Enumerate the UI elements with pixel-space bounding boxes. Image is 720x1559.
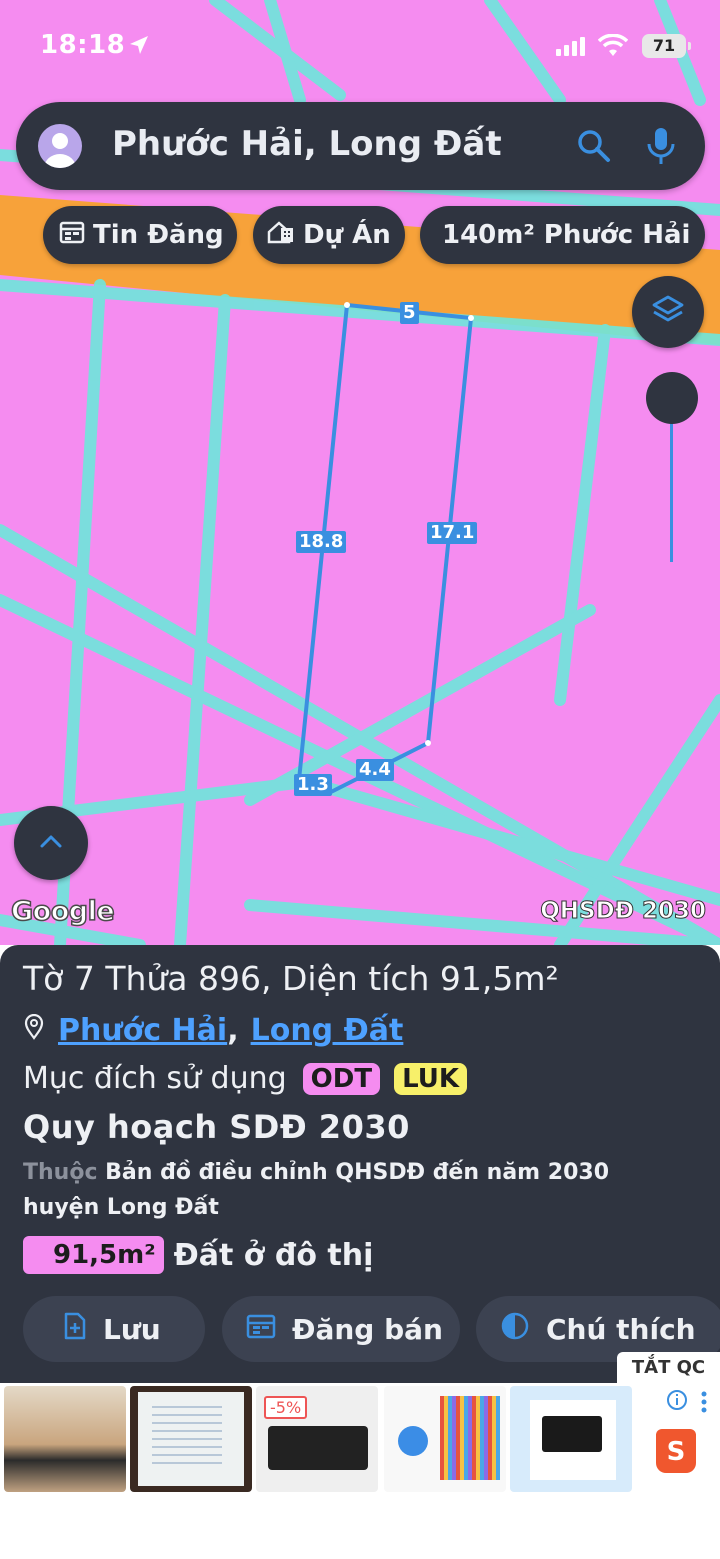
microphone-icon[interactable] xyxy=(646,126,676,170)
save-button-label: Lưu xyxy=(103,1312,161,1346)
bookmark-add-icon xyxy=(63,1312,87,1347)
more-options-icon[interactable] xyxy=(700,1391,708,1417)
map-view[interactable]: 5 18.8 17.1 4.4 1.3 18:18 71 Phước Hải, … xyxy=(0,0,720,945)
legend-button-label: Chú thích xyxy=(546,1312,696,1346)
post-for-sale-button[interactable]: Đăng bán xyxy=(222,1296,460,1362)
map-layers-button[interactable] xyxy=(632,276,704,348)
info-icon[interactable] xyxy=(666,1389,688,1415)
land-use-purpose: Mục đích sử dụng ODT LUK xyxy=(23,1061,467,1096)
land-use-badge-odt: ODT xyxy=(302,1062,381,1095)
contrast-icon xyxy=(500,1311,530,1348)
chip-projects[interactable]: Dự Án xyxy=(253,206,405,264)
ad-product-image[interactable] xyxy=(4,1386,126,1492)
plot-dimension-right: 17.1 xyxy=(427,522,478,544)
ad-product-image[interactable] xyxy=(130,1386,252,1492)
cellular-signal-icon xyxy=(556,36,588,60)
ad-banner[interactable]: -5% S xyxy=(0,1383,720,1495)
purpose-label: Mục đích sử dụng xyxy=(23,1061,287,1096)
search-query[interactable]: Phước Hải, Long Đất xyxy=(112,124,502,164)
area-badge: 91,5m² xyxy=(23,1236,164,1274)
google-logo: Google xyxy=(10,895,115,928)
chevron-up-icon xyxy=(38,832,64,854)
location-separator: , xyxy=(227,1013,239,1048)
area-summary: 91,5m² Đất ở đô thị xyxy=(23,1236,373,1274)
chip-listings-label: Tin Đăng xyxy=(93,220,224,250)
plot-dimension-bottom-right: 4.4 xyxy=(356,759,394,781)
chip-saved-search-label: 140m² Phước Hải xyxy=(442,220,691,250)
bottom-safe-area xyxy=(0,1495,720,1559)
parcel-info-panel: Tờ 7 Thửa 896, Diện tích 91,5m² Phước Hả… xyxy=(0,945,720,1383)
chip-listings[interactable]: Tin Đăng xyxy=(43,206,237,264)
calendar-icon xyxy=(246,1313,276,1346)
opacity-slider-handle[interactable] xyxy=(646,372,698,424)
post-for-sale-label: Đăng bán xyxy=(292,1312,443,1346)
land-use-badge-luk: LUK xyxy=(394,1062,467,1095)
chip-saved-search[interactable]: 140m² Phước Hải xyxy=(420,206,705,264)
save-button[interactable]: Lưu xyxy=(23,1296,205,1362)
building-icon xyxy=(267,220,295,251)
plan-description-prefix: Thuộc xyxy=(23,1160,98,1185)
layers-icon xyxy=(651,293,685,331)
plot-dimension-bottom-left: 1.3 xyxy=(294,774,332,796)
shopping-bag-icon[interactable]: S xyxy=(656,1429,696,1473)
ward-link[interactable]: Phước Hải xyxy=(58,1013,227,1048)
discount-badge: -5% xyxy=(264,1396,308,1419)
location-pin-icon xyxy=(24,1013,44,1048)
status-time: 18:18 xyxy=(40,30,126,60)
district-link[interactable]: Long Đất xyxy=(251,1013,404,1048)
ad-product-image[interactable]: -5% xyxy=(256,1386,378,1492)
plot-dimension-left: 18.8 xyxy=(296,531,347,553)
screen: 5 18.8 17.1 4.4 1.3 18:18 71 Phước Hải, … xyxy=(0,0,720,1559)
wifi-icon xyxy=(597,33,629,62)
avatar[interactable] xyxy=(38,124,82,168)
expand-panel-button[interactable] xyxy=(14,806,88,880)
status-bar: 18:18 71 xyxy=(0,28,720,68)
plan-description: Thuộc Bản đồ điều chỉnh QHSDĐ đến năm 20… xyxy=(23,1155,683,1225)
plot-dimension-top: 5 xyxy=(400,302,419,324)
calendar-icon xyxy=(59,220,85,251)
ad-product-image[interactable] xyxy=(384,1386,506,1492)
plan-title: Quy hoạch SDĐ 2030 xyxy=(23,1108,410,1146)
battery-indicator: 71 xyxy=(642,34,691,58)
parcel-location: Phước Hải , Long Đất xyxy=(24,1013,403,1048)
chip-projects-label: Dự Án xyxy=(303,220,391,250)
land-type-label: Đất ở đô thị xyxy=(173,1237,374,1273)
plan-description-text: Bản đồ điều chỉnh QHSDĐ đến năm 2030 huy… xyxy=(23,1160,609,1220)
location-arrow-icon xyxy=(128,34,150,60)
close-ad-button[interactable]: TẮT QC xyxy=(617,1352,720,1384)
map-source-label: QHSDĐ 2030 xyxy=(540,898,707,925)
ad-product-image[interactable] xyxy=(510,1386,632,1492)
parcel-title: Tờ 7 Thửa 896, Diện tích 91,5m² xyxy=(23,959,559,998)
search-bar[interactable]: Phước Hải, Long Đất xyxy=(16,102,705,190)
search-icon[interactable] xyxy=(576,128,612,168)
